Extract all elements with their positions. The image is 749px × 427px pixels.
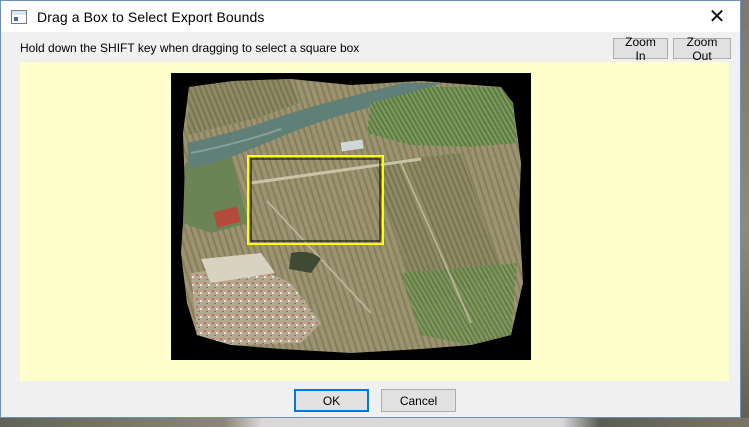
map-canvas-area[interactable]	[20, 62, 729, 381]
ok-button[interactable]: OK	[294, 389, 369, 412]
close-icon: ✕	[708, 6, 726, 28]
shift-hint-label: Hold down the SHIFT key when dragging to…	[20, 41, 360, 55]
background-desktop-bottom	[0, 418, 749, 427]
close-button[interactable]: ✕	[694, 1, 740, 32]
dialog-footer: OK Cancel	[1, 381, 740, 418]
background-desktop-right	[741, 30, 749, 427]
zoom-in-button[interactable]: Zoom In	[613, 35, 668, 63]
cancel-button[interactable]: Cancel	[381, 389, 456, 412]
toolbar: Hold down the SHIFT key when dragging to…	[1, 32, 740, 63]
title-bar: Drag a Box to Select Export Bounds ✕	[1, 1, 740, 32]
aerial-map-view[interactable]	[171, 73, 531, 360]
aerial-orthophoto	[181, 79, 523, 353]
zoom-out-button[interactable]: Zoom Out	[673, 35, 731, 63]
window-title: Drag a Box to Select Export Bounds	[37, 8, 265, 25]
export-bounds-dialog: Drag a Box to Select Export Bounds ✕ Hol…	[0, 0, 741, 418]
app-window-icon	[11, 9, 27, 24]
